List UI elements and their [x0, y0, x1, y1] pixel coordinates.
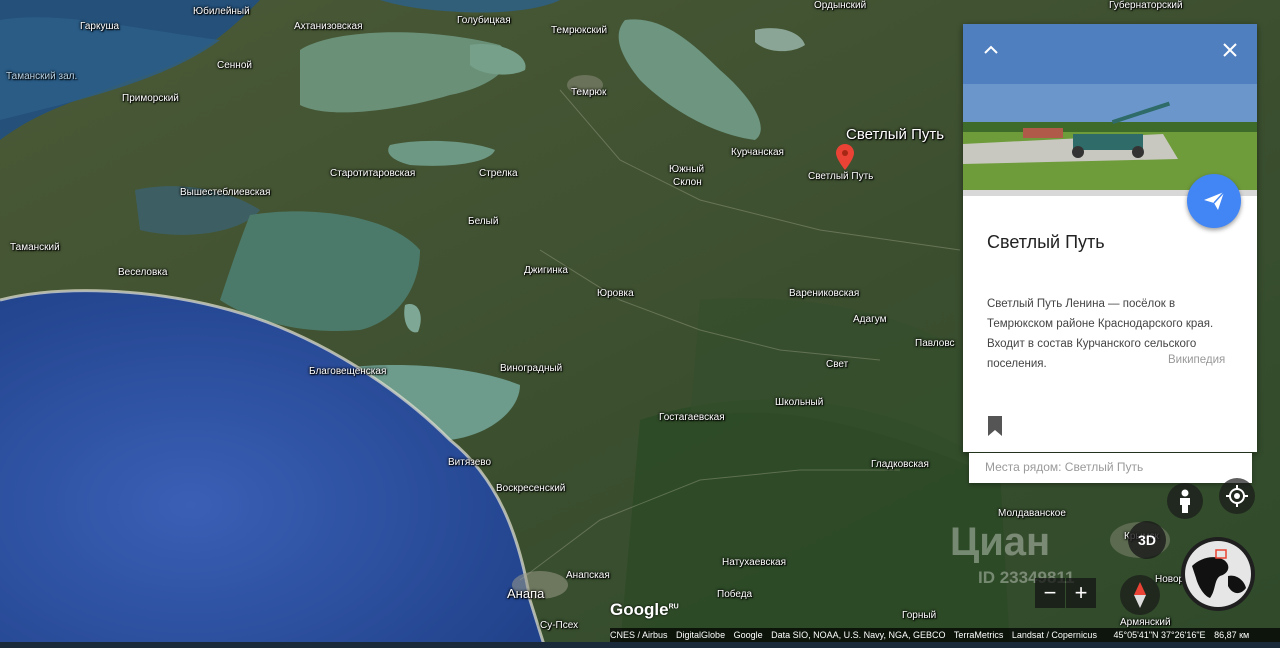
pegman-icon [1180, 489, 1190, 513]
scale-readout[interactable]: 86,87 км [1214, 630, 1249, 640]
wikipedia-link[interactable]: Википедия [1168, 354, 1225, 366]
place-label[interactable]: Таманский [10, 242, 60, 254]
place-label[interactable]: Горный [902, 610, 936, 622]
place-label[interactable]: Юровка [597, 288, 634, 300]
place-label[interactable]: Гостагаевская [659, 412, 725, 424]
place-title: Светлый Путь [987, 232, 1105, 252]
place-label[interactable]: Веселовка [118, 267, 167, 279]
place-label[interactable]: Благовещенская [309, 366, 386, 378]
crosshair-icon [1226, 485, 1248, 507]
place-info-card: Светлый Путь Светлый Путь Ленина — посёл… [963, 24, 1257, 452]
place-label[interactable]: Южный [669, 164, 704, 176]
os-taskbar [0, 642, 1280, 648]
place-label[interactable]: Варениковская [789, 288, 859, 300]
place-label[interactable]: Старотитаровская [330, 168, 415, 180]
share-button[interactable] [1187, 174, 1241, 228]
attribution-item[interactable]: TerraMetrics [954, 630, 1004, 640]
place-label[interactable]: Победа [717, 589, 752, 601]
place-label[interactable]: Курчанская [731, 147, 784, 159]
send-icon [1204, 192, 1224, 210]
place-photo[interactable] [963, 24, 1257, 196]
my-location-button[interactable] [1219, 478, 1255, 514]
place-label[interactable]: Гладковская [871, 459, 929, 471]
nearby-places-search[interactable]: Места рядом: Светлый Путь [969, 453, 1252, 483]
place-label[interactable]: Губернаторский [1109, 0, 1183, 12]
compass-button[interactable] [1120, 575, 1160, 615]
place-label[interactable]: Таманский зал. [6, 71, 77, 83]
attribution-item[interactable]: CNES / Airbus [610, 630, 668, 640]
place-label[interactable]: Витязево [448, 457, 491, 469]
place-label[interactable]: Ахтанизовская [294, 21, 363, 33]
place-label[interactable]: Анапская [566, 570, 610, 582]
place-label[interactable]: Склон [673, 177, 702, 189]
close-button[interactable] [1218, 38, 1242, 62]
place-label[interactable]: Анапа [507, 586, 544, 602]
attribution-item[interactable]: Google [734, 630, 763, 640]
collapse-button[interactable] [979, 38, 1003, 62]
place-label[interactable]: Су-Псех [540, 620, 578, 632]
place-label[interactable]: Голубицкая [457, 15, 511, 27]
place-label[interactable]: Стрелка [479, 168, 518, 180]
place-label[interactable]: Джигинка [524, 265, 568, 277]
place-label[interactable]: Школьный [775, 397, 823, 409]
place-label[interactable]: Гаркуша [80, 21, 119, 33]
zoom-in-button[interactable]: + [1066, 578, 1096, 608]
3d-toggle-button[interactable]: 3D [1128, 521, 1166, 559]
attribution-item[interactable]: Data SIO, NOAA, U.S. Navy, NGA, GEBCO [771, 630, 945, 640]
place-label[interactable]: Свет [826, 359, 848, 371]
bookmark-icon[interactable] [987, 416, 1003, 436]
place-label[interactable]: Темрюк [571, 87, 606, 99]
place-label[interactable]: Виноградный [500, 363, 562, 375]
place-label[interactable]: Молдаванское [998, 508, 1066, 520]
place-label[interactable]: Приморский [122, 93, 179, 105]
place-label[interactable]: Павловс [915, 338, 955, 350]
place-label[interactable]: Натухаевская [722, 557, 786, 569]
place-label[interactable]: Темрюкский [551, 25, 607, 37]
place-label[interactable]: Ордынский [814, 0, 866, 12]
attribution-item[interactable]: Landsat / Copernicus [1012, 630, 1097, 640]
place-label[interactable]: Юбилейный [193, 6, 250, 18]
attribution-bar: CNES / Airbus DigitalGlobe Google Data S… [610, 628, 1280, 642]
place-label[interactable]: Вышестеблиевская [180, 187, 270, 199]
attribution-item[interactable]: DigitalGlobe [676, 630, 725, 640]
watermark-logo: Циан [950, 520, 1051, 564]
place-label[interactable]: Белый [468, 216, 498, 228]
close-icon [1223, 43, 1237, 57]
globe-view-button[interactable] [1180, 536, 1256, 612]
place-label[interactable]: Воскресенский [496, 483, 565, 495]
pegman-button[interactable] [1167, 483, 1203, 519]
zoom-out-button[interactable]: − [1035, 578, 1065, 608]
place-label[interactable]: Светлый Путь [846, 126, 944, 144]
location-pin-icon[interactable] [836, 144, 854, 170]
coordinates-readout: 45°05'41"N 37°26'16"E [1113, 630, 1206, 640]
place-label[interactable]: Адагум [853, 314, 886, 326]
chevron-up-icon [984, 45, 998, 54]
google-logo: GoogleRU [610, 600, 679, 619]
place-label[interactable]: Сенной [217, 60, 252, 72]
place-label[interactable]: Светлый Путь [808, 171, 873, 183]
compass-icon [1134, 582, 1146, 608]
